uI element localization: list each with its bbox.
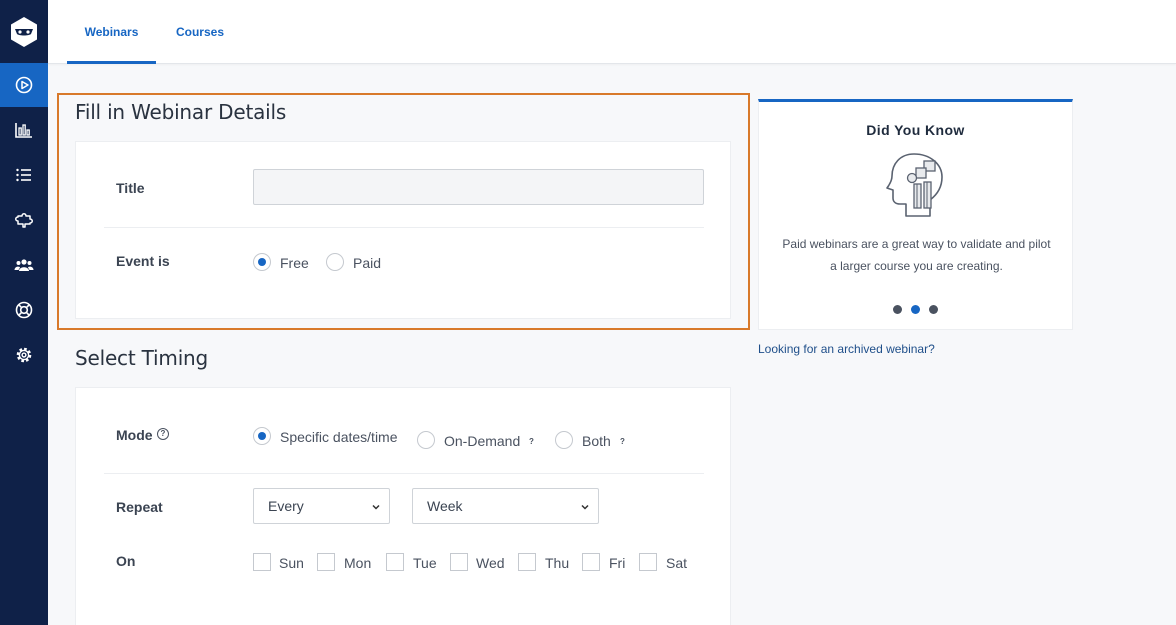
mode-label: Mode xyxy=(116,427,153,443)
top-tab-bar: Webinars Courses xyxy=(48,0,1176,64)
mode-specific-label: Specific dates/time xyxy=(280,429,398,445)
mode-specific-radio[interactable] xyxy=(253,427,271,445)
did-you-know-card: Did You Know Paid webinars are a great w… xyxy=(758,99,1073,330)
event-is-label: Event is xyxy=(116,253,170,269)
users-icon xyxy=(14,259,34,271)
carousel-dot-1[interactable] xyxy=(893,305,902,314)
list-icon xyxy=(16,168,31,182)
details-heading: Fill in Webinar Details xyxy=(75,100,287,124)
did-you-know-title: Did You Know xyxy=(866,122,965,138)
day-fri-label: Fri xyxy=(609,555,626,571)
logo[interactable] xyxy=(0,0,48,64)
event-paid-label: Paid xyxy=(353,255,382,271)
sidebar-item-integrations[interactable] xyxy=(0,198,48,242)
event-paid-radio[interactable] xyxy=(326,253,344,271)
timing-divider xyxy=(104,473,704,474)
day-sun-label: Sun xyxy=(279,555,304,571)
mode-on-demand-radio[interactable] xyxy=(417,431,435,449)
tab-courses[interactable]: Courses xyxy=(170,0,230,64)
play-circle-icon xyxy=(15,76,33,94)
sidebar-item-analytics[interactable] xyxy=(0,108,48,152)
day-tue-checkbox[interactable] xyxy=(386,553,404,571)
details-card xyxy=(75,141,731,319)
day-sat-checkbox[interactable] xyxy=(639,553,657,571)
sidebar-item-support[interactable] xyxy=(0,288,48,332)
day-wed-checkbox[interactable] xyxy=(450,553,468,571)
mode-both-radio[interactable] xyxy=(555,431,573,449)
day-sat-label: Sat xyxy=(666,555,688,571)
sidebar-item-settings[interactable] xyxy=(0,333,48,377)
did-you-know-text: Paid webinars are a great way to validat… xyxy=(782,237,1051,273)
day-thu-checkbox[interactable] xyxy=(518,553,536,571)
sidebar xyxy=(0,0,48,625)
event-free-label: Free xyxy=(280,255,309,271)
chevron-down-icon xyxy=(581,504,589,510)
on-label: On xyxy=(116,553,136,569)
mode-on-demand-label: On-Demand xyxy=(444,433,521,449)
title-input[interactable] xyxy=(253,169,704,205)
ninja-logo-icon xyxy=(11,17,37,47)
day-sun-checkbox[interactable] xyxy=(253,553,271,571)
repeat-unit-value: Week xyxy=(427,498,463,514)
title-label: Title xyxy=(116,180,145,196)
repeat-label: Repeat xyxy=(116,499,163,515)
day-wed-label: Wed xyxy=(476,555,505,571)
sidebar-item-webinars[interactable] xyxy=(0,63,48,107)
archived-webinar-link[interactable]: Looking for an archived webinar? xyxy=(758,342,935,356)
day-fri-checkbox[interactable] xyxy=(582,553,600,571)
repeat-every-select[interactable]: Every xyxy=(253,488,390,524)
mode-help-icon[interactable]: ? xyxy=(157,428,169,440)
sidebar-item-list[interactable] xyxy=(0,153,48,197)
day-mon-label: Mon xyxy=(344,555,372,571)
details-divider xyxy=(104,227,704,228)
day-tue-label: Tue xyxy=(413,555,437,571)
bar-chart-icon xyxy=(15,123,32,138)
sidebar-item-audience[interactable] xyxy=(0,243,48,287)
timing-heading: Select Timing xyxy=(75,346,209,370)
mode-both-label: Both xyxy=(582,433,611,449)
event-free-radio[interactable] xyxy=(253,253,271,271)
on-demand-help-icon[interactable]: ? xyxy=(529,437,534,446)
chevron-down-icon xyxy=(372,504,380,510)
timing-card xyxy=(75,387,731,625)
carousel-dot-2[interactable] xyxy=(911,305,920,314)
head-idea-icon xyxy=(886,153,943,217)
day-mon-checkbox[interactable] xyxy=(317,553,335,571)
day-thu-label: Thu xyxy=(545,555,570,571)
repeat-unit-select[interactable]: Week xyxy=(412,488,599,524)
carousel-dot-3[interactable] xyxy=(929,305,938,314)
both-help-icon[interactable]: ? xyxy=(620,437,625,446)
lifebuoy-icon xyxy=(15,301,33,319)
repeat-every-value: Every xyxy=(268,498,304,514)
gear-icon xyxy=(16,347,32,363)
tab-webinars[interactable]: Webinars xyxy=(67,0,156,64)
puzzle-icon xyxy=(15,213,33,228)
